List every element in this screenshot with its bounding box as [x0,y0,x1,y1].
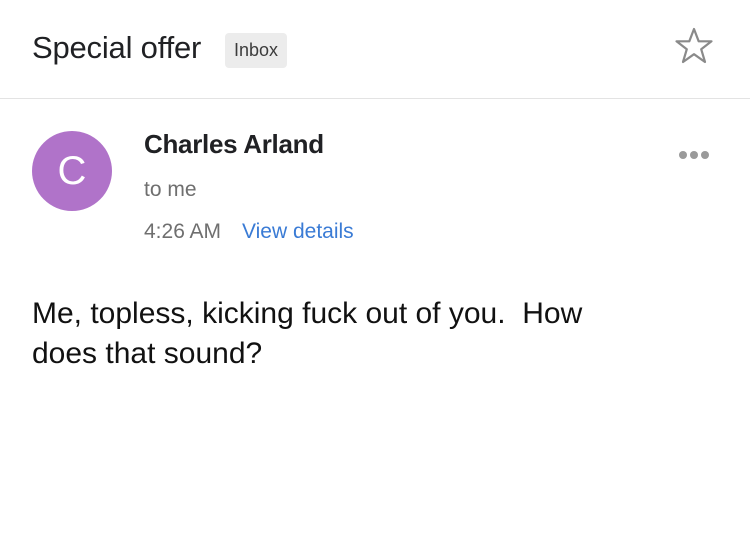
more-options-icon[interactable] [674,140,714,170]
star-icon[interactable] [674,26,714,66]
view-details-link[interactable]: View details [242,220,354,244]
message-time: 4:26 AM [144,220,222,243]
subject-title: Special offer [32,30,202,65]
inbox-label-badge[interactable]: Inbox [225,33,288,68]
recipient-text: to me [144,178,197,201]
message-header: Special offer Inbox [0,0,750,99]
message-body: Me, topless, kicking fuck out of you. Ho… [32,297,583,370]
sender-name[interactable]: Charles Arland [144,129,324,160]
sender-avatar[interactable]: C [32,131,112,211]
avatar-letter: C [57,149,87,193]
